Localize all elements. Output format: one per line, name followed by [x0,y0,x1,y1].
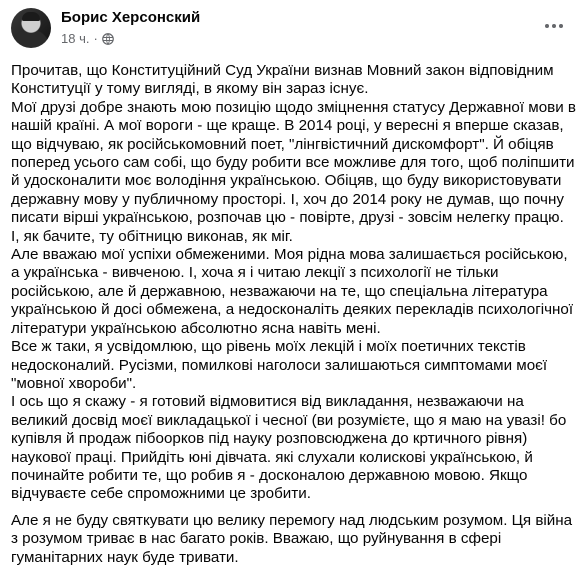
paragraph-4: Все ж таки, я усвідомлюю, що рівень моїх… [11,338,548,392]
avatar[interactable] [11,8,51,48]
post-meta: 18 ч. · [61,31,114,46]
paragraph-2: Мої друзі добре знають мою позицію щодо … [11,98,576,245]
facebook-post: Борис Херсонский 18 ч. · Прочитав, що Ко… [0,0,583,585]
post-header: Борис Херсонский 18 ч. · [11,8,572,52]
paragraph-6: Але я не буду святкувати цю велику перем… [11,511,573,566]
paragraph-1: Прочитав, що Конституційний Суд України … [11,62,554,98]
author-name[interactable]: Борис Херсонский [61,9,200,26]
more-horizontal-icon-dot [552,24,556,28]
post-time[interactable]: 18 ч. [61,31,89,46]
post-body: Прочитав, що Конституційний Суд України … [11,62,576,567]
avatar-hat [22,12,40,21]
more-options-button[interactable] [536,8,572,44]
more-horizontal-icon-dot [559,24,563,28]
meta-separator: · [93,31,98,46]
paragraph-5: І ось що я скажу - я готовий відмовитися… [11,393,567,503]
more-horizontal-icon-dot [545,24,549,28]
paragraph-3: Але вважаю мої успіхи обмеженими. Моя рі… [11,246,574,337]
globe-icon[interactable] [101,32,114,45]
